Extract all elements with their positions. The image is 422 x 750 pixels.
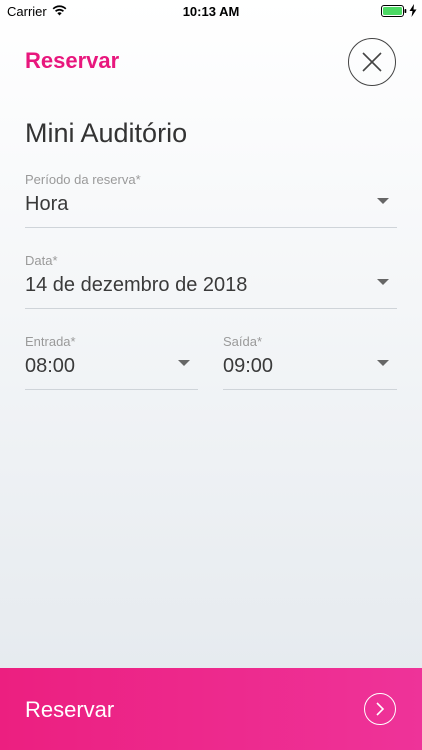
entry-label: Entrada*	[25, 334, 76, 349]
status-time: 10:13 AM	[182, 4, 240, 19]
chevron-down-icon	[178, 360, 190, 366]
chevron-right-icon	[364, 693, 396, 725]
entry-value: 08:00	[25, 355, 76, 377]
entry-time-select[interactable]: Entrada* 08:00	[25, 334, 198, 390]
period-select[interactable]: Período da reserva* Hora	[25, 172, 397, 228]
date-label: Data*	[25, 253, 58, 268]
exit-label: Saída*	[223, 334, 263, 349]
period-label: Período da reserva*	[25, 172, 141, 187]
battery-full-icon	[381, 5, 407, 17]
room-name: Mini Auditório	[25, 118, 188, 148]
exit-value: 09:00	[223, 355, 274, 377]
chevron-down-icon	[377, 279, 389, 285]
bolt-icon	[409, 4, 417, 17]
reserve-button[interactable]: Reservar	[0, 668, 422, 750]
exit-time-select[interactable]: Saída* 09:00	[223, 334, 397, 390]
status-bar: Carrier 10:13 AM	[0, 0, 422, 22]
close-icon	[362, 52, 382, 72]
period-value: Hora	[25, 193, 69, 215]
chevron-down-icon	[377, 360, 389, 366]
chevron-down-icon	[377, 198, 389, 204]
date-value: 14 de dezembro de 2018	[25, 274, 248, 296]
close-button[interactable]	[348, 38, 396, 86]
reserve-button-label: Reservar	[25, 697, 115, 722]
page-title: Reservar	[25, 48, 120, 73]
date-select[interactable]: Data* 14 de dezembro de 2018	[25, 253, 397, 309]
